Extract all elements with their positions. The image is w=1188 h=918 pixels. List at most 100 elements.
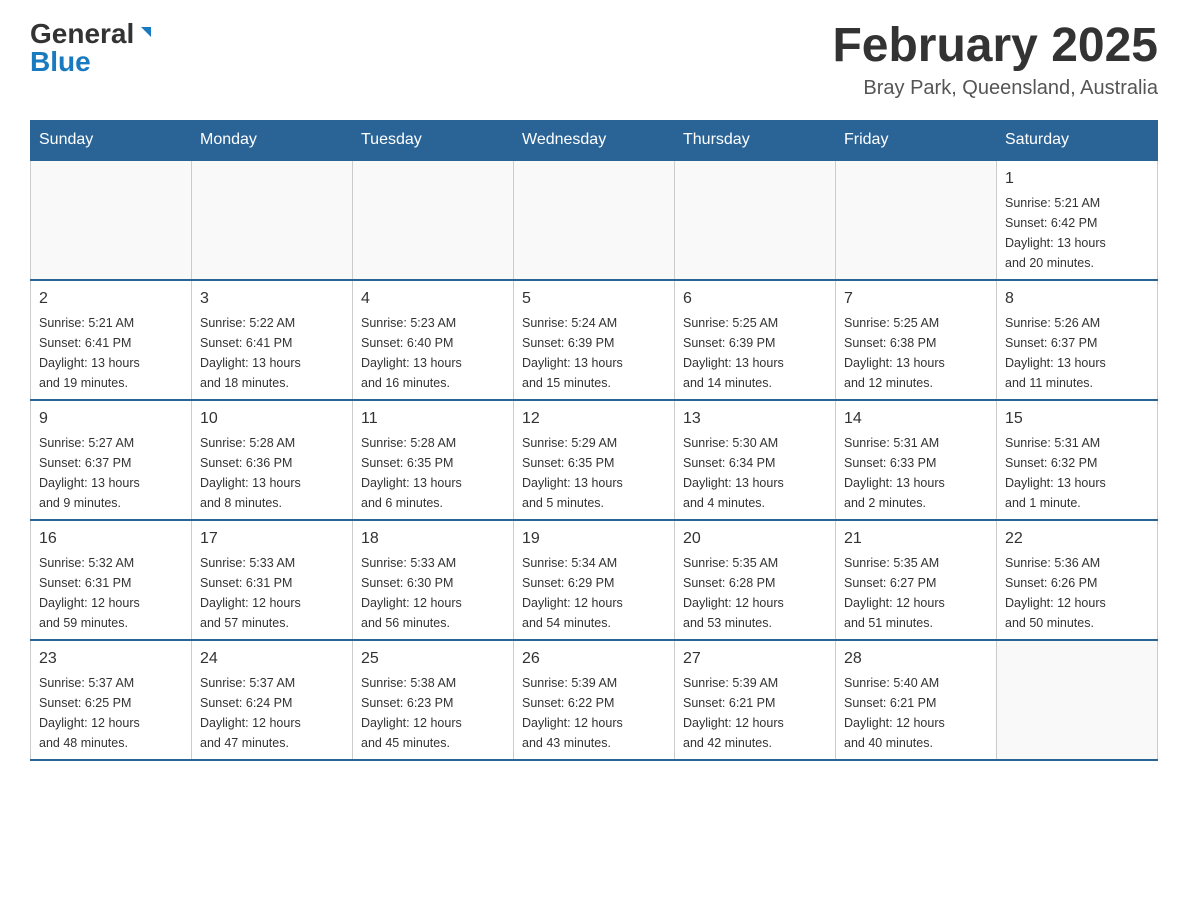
day-info: Sunrise: 5:34 AMSunset: 6:29 PMDaylight:…: [522, 553, 666, 633]
day-number: 25: [361, 647, 505, 671]
calendar-day-cell: 7Sunrise: 5:25 AMSunset: 6:38 PMDaylight…: [836, 280, 997, 400]
day-info: Sunrise: 5:39 AMSunset: 6:22 PMDaylight:…: [522, 673, 666, 753]
logo: General Blue: [30, 20, 156, 76]
weekday-header-saturday: Saturday: [997, 120, 1158, 160]
calendar-day-cell: [353, 160, 514, 280]
calendar-week-row: 23Sunrise: 5:37 AMSunset: 6:25 PMDayligh…: [31, 640, 1158, 760]
calendar-day-cell: 24Sunrise: 5:37 AMSunset: 6:24 PMDayligh…: [192, 640, 353, 760]
day-number: 2: [39, 287, 183, 311]
calendar-week-row: 2Sunrise: 5:21 AMSunset: 6:41 PMDaylight…: [31, 280, 1158, 400]
page-header: General Blue February 2025 Bray Park, Qu…: [30, 20, 1158, 100]
day-number: 19: [522, 527, 666, 551]
calendar-day-cell: 14Sunrise: 5:31 AMSunset: 6:33 PMDayligh…: [836, 400, 997, 520]
calendar-day-cell: 4Sunrise: 5:23 AMSunset: 6:40 PMDaylight…: [353, 280, 514, 400]
day-info: Sunrise: 5:22 AMSunset: 6:41 PMDaylight:…: [200, 313, 344, 393]
calendar-day-cell: 18Sunrise: 5:33 AMSunset: 6:30 PMDayligh…: [353, 520, 514, 640]
day-number: 21: [844, 527, 988, 551]
weekday-header-wednesday: Wednesday: [514, 120, 675, 160]
day-info: Sunrise: 5:33 AMSunset: 6:30 PMDaylight:…: [361, 553, 505, 633]
calendar-day-cell: 6Sunrise: 5:25 AMSunset: 6:39 PMDaylight…: [675, 280, 836, 400]
day-info: Sunrise: 5:23 AMSunset: 6:40 PMDaylight:…: [361, 313, 505, 393]
day-info: Sunrise: 5:24 AMSunset: 6:39 PMDaylight:…: [522, 313, 666, 393]
weekday-header-friday: Friday: [836, 120, 997, 160]
calendar-day-cell: 12Sunrise: 5:29 AMSunset: 6:35 PMDayligh…: [514, 400, 675, 520]
calendar-day-cell: [836, 160, 997, 280]
weekday-header-sunday: Sunday: [31, 120, 192, 160]
calendar-day-cell: 2Sunrise: 5:21 AMSunset: 6:41 PMDaylight…: [31, 280, 192, 400]
day-number: 12: [522, 407, 666, 431]
day-number: 26: [522, 647, 666, 671]
day-number: 6: [683, 287, 827, 311]
day-info: Sunrise: 5:25 AMSunset: 6:39 PMDaylight:…: [683, 313, 827, 393]
weekday-header-thursday: Thursday: [675, 120, 836, 160]
day-info: Sunrise: 5:39 AMSunset: 6:21 PMDaylight:…: [683, 673, 827, 753]
calendar-day-cell: 26Sunrise: 5:39 AMSunset: 6:22 PMDayligh…: [514, 640, 675, 760]
day-number: 11: [361, 407, 505, 431]
calendar-day-cell: 11Sunrise: 5:28 AMSunset: 6:35 PMDayligh…: [353, 400, 514, 520]
day-number: 22: [1005, 527, 1149, 551]
calendar-day-cell: 15Sunrise: 5:31 AMSunset: 6:32 PMDayligh…: [997, 400, 1158, 520]
day-number: 4: [361, 287, 505, 311]
calendar-week-row: 16Sunrise: 5:32 AMSunset: 6:31 PMDayligh…: [31, 520, 1158, 640]
calendar-day-cell: [31, 160, 192, 280]
day-number: 7: [844, 287, 988, 311]
calendar-week-row: 9Sunrise: 5:27 AMSunset: 6:37 PMDaylight…: [31, 400, 1158, 520]
day-number: 17: [200, 527, 344, 551]
day-info: Sunrise: 5:31 AMSunset: 6:32 PMDaylight:…: [1005, 433, 1149, 513]
calendar-day-cell: 22Sunrise: 5:36 AMSunset: 6:26 PMDayligh…: [997, 520, 1158, 640]
weekday-header-monday: Monday: [192, 120, 353, 160]
day-number: 10: [200, 407, 344, 431]
day-info: Sunrise: 5:27 AMSunset: 6:37 PMDaylight:…: [39, 433, 183, 513]
calendar-day-cell: 10Sunrise: 5:28 AMSunset: 6:36 PMDayligh…: [192, 400, 353, 520]
day-number: 28: [844, 647, 988, 671]
calendar-table: SundayMondayTuesdayWednesdayThursdayFrid…: [30, 120, 1158, 761]
month-title: February 2025: [832, 20, 1158, 73]
logo-blue: Blue: [30, 48, 91, 76]
calendar-day-cell: 3Sunrise: 5:22 AMSunset: 6:41 PMDaylight…: [192, 280, 353, 400]
day-info: Sunrise: 5:33 AMSunset: 6:31 PMDaylight:…: [200, 553, 344, 633]
day-info: Sunrise: 5:26 AMSunset: 6:37 PMDaylight:…: [1005, 313, 1149, 393]
day-info: Sunrise: 5:28 AMSunset: 6:35 PMDaylight:…: [361, 433, 505, 513]
day-info: Sunrise: 5:35 AMSunset: 6:27 PMDaylight:…: [844, 553, 988, 633]
day-info: Sunrise: 5:35 AMSunset: 6:28 PMDaylight:…: [683, 553, 827, 633]
day-number: 27: [683, 647, 827, 671]
calendar-day-cell: 5Sunrise: 5:24 AMSunset: 6:39 PMDaylight…: [514, 280, 675, 400]
calendar-header-row: SundayMondayTuesdayWednesdayThursdayFrid…: [31, 120, 1158, 160]
calendar-week-row: 1Sunrise: 5:21 AMSunset: 6:42 PMDaylight…: [31, 160, 1158, 280]
day-number: 16: [39, 527, 183, 551]
day-info: Sunrise: 5:29 AMSunset: 6:35 PMDaylight:…: [522, 433, 666, 513]
day-number: 14: [844, 407, 988, 431]
calendar-day-cell: 23Sunrise: 5:37 AMSunset: 6:25 PMDayligh…: [31, 640, 192, 760]
day-number: 3: [200, 287, 344, 311]
day-info: Sunrise: 5:38 AMSunset: 6:23 PMDaylight:…: [361, 673, 505, 753]
day-info: Sunrise: 5:21 AMSunset: 6:42 PMDaylight:…: [1005, 193, 1149, 273]
day-number: 5: [522, 287, 666, 311]
calendar-day-cell: 16Sunrise: 5:32 AMSunset: 6:31 PMDayligh…: [31, 520, 192, 640]
day-info: Sunrise: 5:31 AMSunset: 6:33 PMDaylight:…: [844, 433, 988, 513]
calendar-day-cell: 21Sunrise: 5:35 AMSunset: 6:27 PMDayligh…: [836, 520, 997, 640]
day-info: Sunrise: 5:28 AMSunset: 6:36 PMDaylight:…: [200, 433, 344, 513]
calendar-day-cell: 8Sunrise: 5:26 AMSunset: 6:37 PMDaylight…: [997, 280, 1158, 400]
day-number: 9: [39, 407, 183, 431]
logo-general: General: [30, 20, 134, 48]
logo-arrow-icon: [136, 22, 156, 47]
title-section: February 2025 Bray Park, Queensland, Aus…: [832, 20, 1158, 100]
day-number: 13: [683, 407, 827, 431]
day-info: Sunrise: 5:40 AMSunset: 6:21 PMDaylight:…: [844, 673, 988, 753]
location: Bray Park, Queensland, Australia: [832, 77, 1158, 100]
day-info: Sunrise: 5:37 AMSunset: 6:24 PMDaylight:…: [200, 673, 344, 753]
calendar-day-cell: 28Sunrise: 5:40 AMSunset: 6:21 PMDayligh…: [836, 640, 997, 760]
calendar-day-cell: [675, 160, 836, 280]
calendar-day-cell: 9Sunrise: 5:27 AMSunset: 6:37 PMDaylight…: [31, 400, 192, 520]
calendar-day-cell: 1Sunrise: 5:21 AMSunset: 6:42 PMDaylight…: [997, 160, 1158, 280]
day-info: Sunrise: 5:30 AMSunset: 6:34 PMDaylight:…: [683, 433, 827, 513]
day-info: Sunrise: 5:36 AMSunset: 6:26 PMDaylight:…: [1005, 553, 1149, 633]
day-number: 1: [1005, 167, 1149, 191]
day-info: Sunrise: 5:25 AMSunset: 6:38 PMDaylight:…: [844, 313, 988, 393]
day-info: Sunrise: 5:37 AMSunset: 6:25 PMDaylight:…: [39, 673, 183, 753]
calendar-day-cell: 20Sunrise: 5:35 AMSunset: 6:28 PMDayligh…: [675, 520, 836, 640]
calendar-day-cell: 25Sunrise: 5:38 AMSunset: 6:23 PMDayligh…: [353, 640, 514, 760]
calendar-day-cell: [997, 640, 1158, 760]
day-number: 15: [1005, 407, 1149, 431]
calendar-day-cell: 17Sunrise: 5:33 AMSunset: 6:31 PMDayligh…: [192, 520, 353, 640]
